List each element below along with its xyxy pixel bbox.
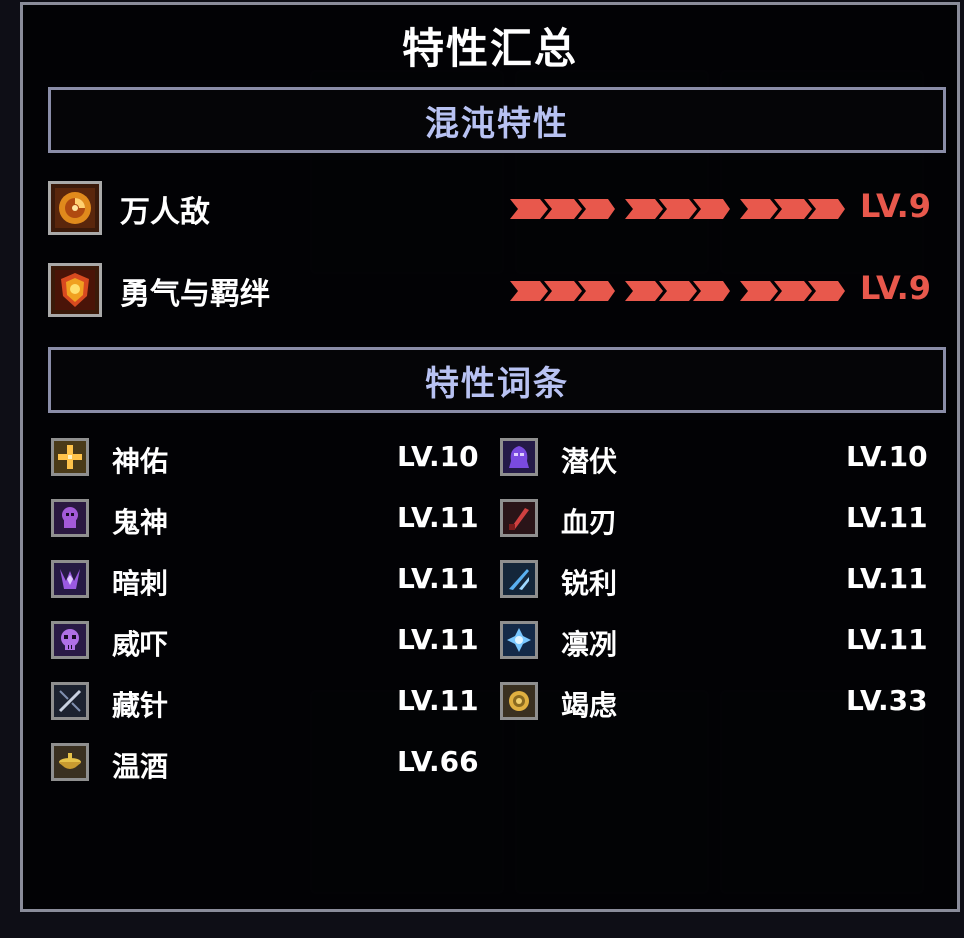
trait-name: 鬼神	[112, 506, 169, 539]
trait-level: LV.10	[846, 440, 928, 473]
trait-entry[interactable]: 血刃 LV.11	[500, 499, 940, 541]
gold-coin-icon	[500, 682, 538, 720]
chaos-trait-level: LV.9	[860, 269, 932, 307]
trait-entry[interactable]: 温酒 LV.66	[51, 743, 491, 785]
trait-level: LV.11	[846, 562, 928, 595]
trait-level: LV.33	[846, 684, 928, 717]
level-bar-segment	[510, 281, 615, 301]
frost-crystal-icon	[500, 621, 538, 659]
trait-level: LV.11	[397, 501, 479, 534]
ghost-skull-icon	[51, 499, 89, 537]
chaos-trait-row[interactable]: 万人敌 LV.9	[48, 181, 938, 241]
trait-name: 温酒	[112, 750, 169, 783]
trait-level: LV.66	[397, 745, 479, 778]
level-bar-segment	[740, 281, 845, 301]
shield-crest-icon	[48, 263, 102, 317]
trait-name: 暗刺	[112, 567, 169, 600]
trait-name: 潜伏	[561, 445, 618, 478]
trait-entry[interactable]: 藏针 LV.11	[51, 682, 491, 724]
level-bar-segment	[510, 199, 615, 219]
blood-blade-icon	[500, 499, 538, 537]
trait-entry[interactable]: 威吓 LV.11	[51, 621, 491, 663]
chaos-trait-level-bar	[510, 195, 845, 223]
trait-level: LV.10	[397, 440, 479, 473]
trait-level: LV.11	[846, 501, 928, 534]
trait-level: LV.11	[397, 623, 479, 656]
level-bar-segment	[740, 199, 845, 219]
sharp-slash-icon	[500, 560, 538, 598]
skull-icon	[51, 621, 89, 659]
wine-bowl-icon	[51, 743, 89, 781]
trait-name: 凛冽	[561, 628, 618, 661]
trait-entry[interactable]: 凛冽 LV.11	[500, 621, 940, 663]
chaos-trait-level: LV.9	[860, 187, 932, 225]
trait-entry[interactable]: 鬼神 LV.11	[51, 499, 491, 541]
trait-entry[interactable]: 锐利 LV.11	[500, 560, 940, 602]
fire-swirl-icon	[48, 181, 102, 235]
level-bar-segment	[625, 281, 730, 301]
trait-name: 血刃	[561, 506, 618, 539]
trait-name: 竭虑	[561, 689, 618, 722]
trait-summary-panel: 特性汇总 混沌特性 万人敌 LV.9 勇气与羁绊 LV.9 特性词条 神佑 LV…	[20, 2, 960, 912]
trait-entries-header: 特性词条	[48, 347, 946, 413]
trait-level: LV.11	[846, 623, 928, 656]
trait-name: 神佑	[112, 445, 169, 478]
trait-level: LV.11	[397, 562, 479, 595]
trait-name: 藏针	[112, 689, 169, 722]
hooded-figure-icon	[500, 438, 538, 476]
chaos-trait-level-bar	[510, 277, 845, 305]
chaos-trait-name: 万人敌	[120, 195, 210, 230]
shadow-claw-icon	[51, 560, 89, 598]
trait-entry[interactable]: 潜伏 LV.10	[500, 438, 940, 480]
chaos-trait-name: 勇气与羁绊	[120, 277, 270, 312]
panel-title: 特性汇总	[401, 24, 578, 73]
needle-icon	[51, 682, 89, 720]
trait-name: 锐利	[561, 567, 618, 600]
chaos-traits-header: 混沌特性	[48, 87, 946, 153]
trait-entry[interactable]: 竭虑 LV.33	[500, 682, 950, 724]
level-bar-segment	[625, 199, 730, 219]
trait-entry[interactable]: 神佑 LV.10	[51, 438, 491, 480]
chaos-trait-row[interactable]: 勇气与羁绊 LV.9	[48, 263, 938, 323]
trait-level: LV.11	[397, 684, 479, 717]
trait-entry[interactable]: 暗刺 LV.11	[51, 560, 491, 602]
trait-name: 威吓	[112, 628, 169, 661]
holy-cross-icon	[51, 438, 89, 476]
